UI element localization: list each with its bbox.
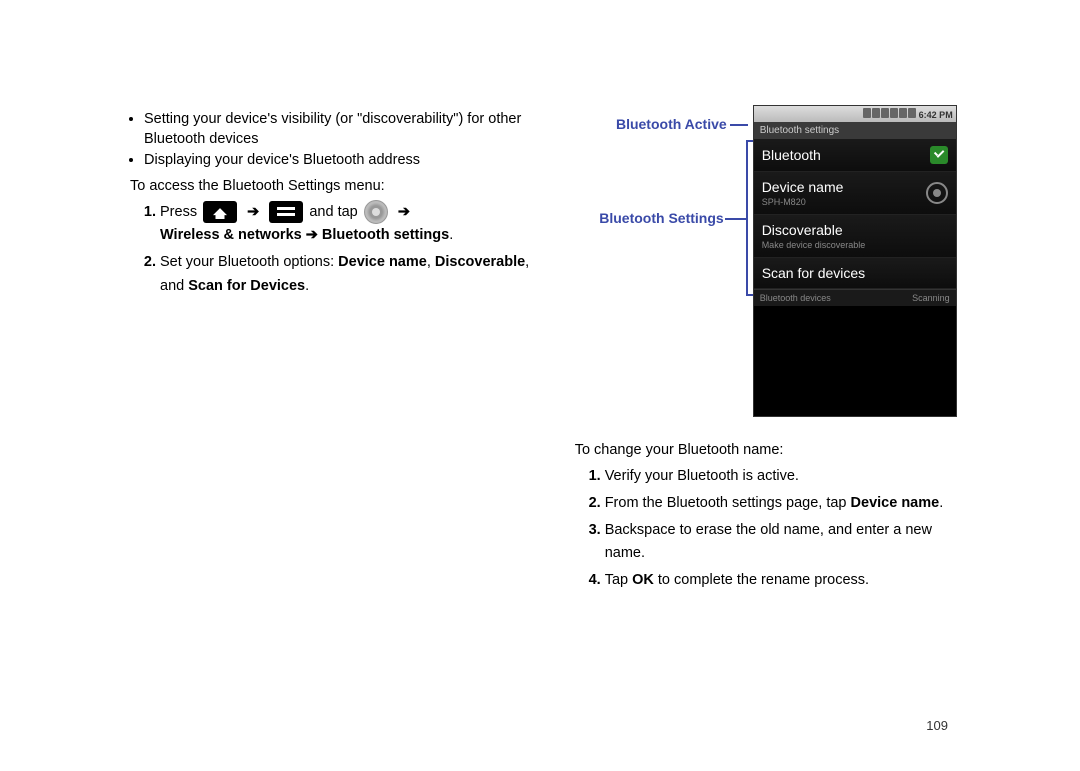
step1-andtap-label: and tap — [309, 204, 357, 220]
row-discoverable[interactable]: Discoverable Make device discoverable — [754, 215, 956, 258]
callout-line — [725, 218, 748, 220]
callout-bluetooth-active: Bluetooth Active — [587, 116, 727, 132]
access-intro: To access the Bluetooth Settings menu: — [130, 177, 555, 197]
callout-line — [730, 124, 748, 126]
s4-b: OK — [632, 572, 654, 588]
radio-icon — [926, 182, 948, 204]
phone-blank-area — [754, 306, 956, 406]
access-step-1: Press ➔ and tap ➔ Wireless & networks ➔ … — [160, 200, 555, 247]
rename-intro: To change your Bluetooth name: — [575, 441, 950, 461]
s2-b: Device name — [851, 495, 940, 511]
menu-icon — [269, 201, 303, 223]
screen-title: Bluetooth settings — [754, 122, 956, 139]
bullet-address: Displaying your device's Bluetooth addre… — [144, 151, 555, 171]
step2-text-c: , — [427, 254, 435, 270]
rename-step-1: Verify your Bluetooth is active. — [605, 465, 950, 488]
s4-a: Tap — [605, 572, 632, 588]
row-discoverable-label: Discoverable — [762, 222, 843, 238]
callout-bluetooth-settings: Bluetooth Settings — [574, 210, 724, 226]
row-devicename-sub: SPH-M820 — [762, 197, 844, 207]
step2-text-a: Set your Bluetooth options: — [160, 254, 338, 270]
status-time: 6:42 PM — [919, 110, 953, 120]
footer-right: Scanning — [912, 293, 950, 303]
step2-bold-scan: Scan for Devices — [188, 278, 305, 294]
step2-bold-discoverable: Discoverable — [435, 254, 525, 270]
callout-line — [746, 140, 748, 296]
row-bluetooth-label: Bluetooth — [762, 147, 821, 163]
checkbox-checked-icon — [930, 146, 948, 164]
s2-c: . — [939, 495, 943, 511]
bullet-visibility: Setting your device's visibility (or "di… — [144, 110, 555, 149]
footer-left: Bluetooth devices — [760, 293, 831, 303]
s4-c: to complete the rename process. — [654, 572, 869, 588]
row-bluetooth[interactable]: Bluetooth — [754, 139, 956, 172]
row-device-name[interactable]: Device name SPH-M820 — [754, 172, 956, 215]
row-devicename-label: Device name — [762, 179, 844, 195]
s2-a: From the Bluetooth settings page, tap — [605, 495, 851, 511]
rename-step-4: Tap OK to complete the rename process. — [605, 569, 950, 592]
arrow-icon: ➔ — [398, 204, 410, 220]
step2-bold-devicename: Device name — [338, 254, 427, 270]
row-discoverable-sub: Make device discoverable — [762, 240, 866, 250]
step2-text-e: . — [305, 278, 309, 294]
settings-icon — [364, 200, 388, 224]
access-step-2: Set your Bluetooth options: Device name,… — [160, 251, 555, 297]
step1-press-label: Press — [160, 204, 197, 220]
rename-step-2: From the Bluetooth settings page, tap De… — [605, 492, 950, 515]
rename-step-3: Backspace to erase the old name, and ent… — [605, 519, 950, 565]
page-number: 109 — [926, 718, 948, 733]
arrow-icon: ➔ — [247, 204, 259, 220]
home-icon — [203, 201, 237, 223]
footer-bar: Bluetooth devices Scanning — [754, 289, 956, 306]
row-scan-label: Scan for devices — [762, 265, 866, 281]
row-scan-for-devices[interactable]: Scan for devices — [754, 258, 956, 289]
status-bar: 6:42 PM — [754, 106, 956, 122]
phone-screenshot: 6:42 PM Bluetooth settings Bluetooth Dev… — [753, 105, 957, 417]
step1-path: Wireless & networks ➔ Bluetooth settings — [160, 227, 449, 243]
